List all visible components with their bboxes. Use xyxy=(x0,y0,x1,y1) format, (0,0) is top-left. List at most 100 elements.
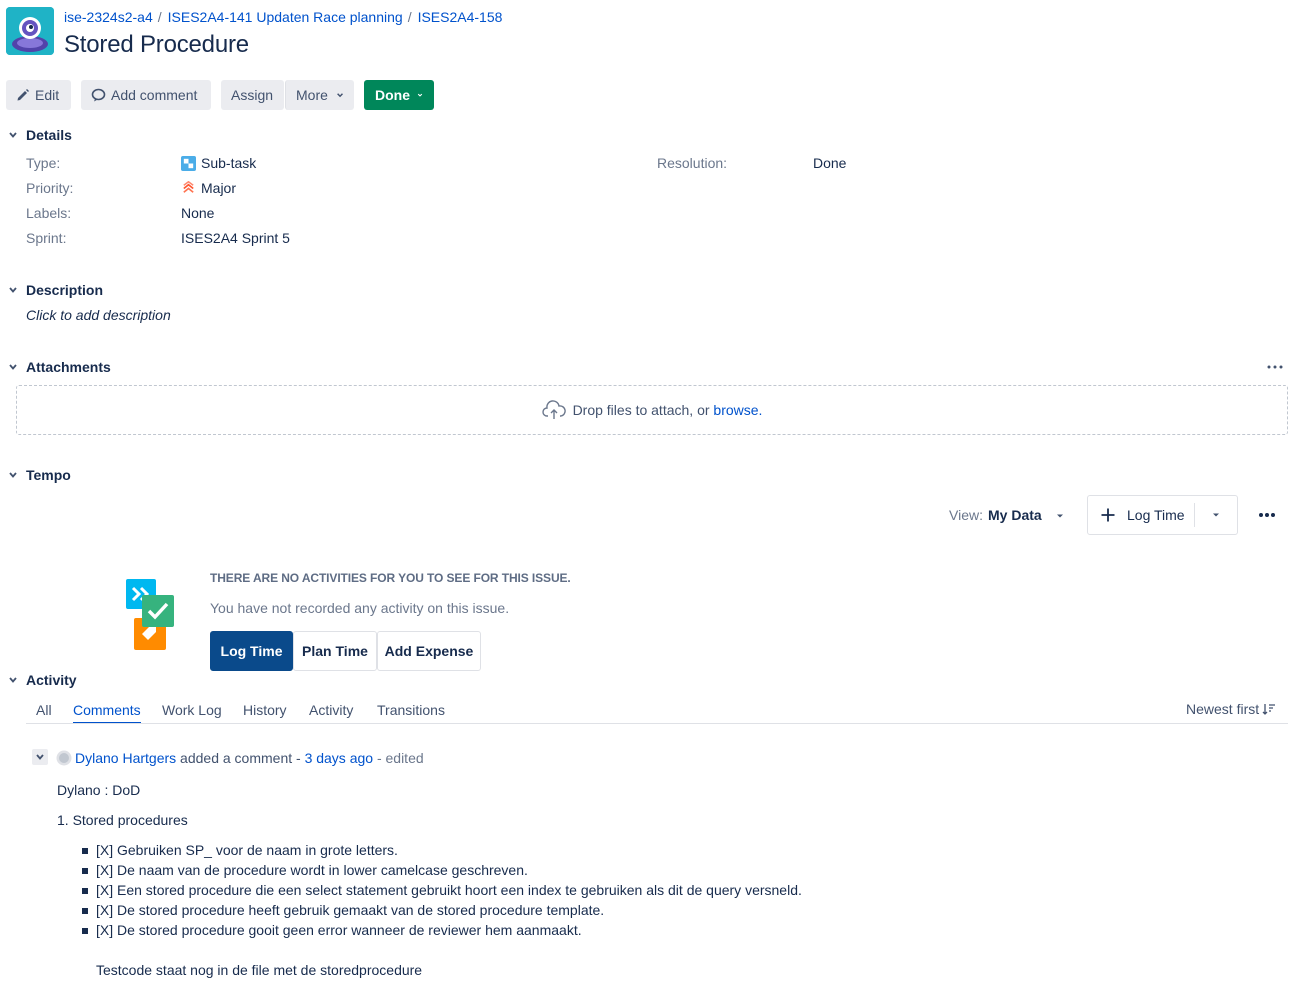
tab-transitions[interactable]: Transitions xyxy=(377,702,445,718)
comment-edited: - edited xyxy=(373,750,424,766)
log-time-split-button: Log Time xyxy=(1087,495,1238,535)
cloud-upload-icon xyxy=(541,400,566,420)
list-bullet xyxy=(82,868,88,874)
more-button[interactable]: More xyxy=(285,80,354,110)
list-bullet xyxy=(82,888,88,894)
plus-icon xyxy=(1101,508,1115,522)
chevron-down-icon xyxy=(6,128,20,142)
chevron-down-icon xyxy=(36,754,44,760)
tempo-plan-time-button[interactable]: Plan Time xyxy=(293,631,377,671)
tab-all[interactable]: All xyxy=(36,702,52,718)
page-title: Stored Procedure xyxy=(64,31,249,58)
labels-value[interactable]: None xyxy=(181,205,214,221)
list-item: [X] De stored procedure heeft gebruik ge… xyxy=(96,902,605,918)
breadcrumb-separator: / xyxy=(407,9,412,25)
activity-section-toggle[interactable]: Activity xyxy=(6,672,77,688)
done-label: Done xyxy=(375,87,410,103)
comment-footer: Testcode staat nog in de file met de sto… xyxy=(96,962,423,978)
chevron-down-icon xyxy=(337,93,343,98)
tempo-add-expense-button[interactable]: Add Expense xyxy=(377,631,481,671)
attachments-heading: Attachments xyxy=(26,359,111,375)
tempo-empty-title: THERE ARE NO ACTIVITIES FOR YOU TO SEE F… xyxy=(210,571,571,585)
tab-activity[interactable]: Activity xyxy=(309,702,353,718)
user-avatar-icon[interactable] xyxy=(56,750,72,766)
major-priority-icon xyxy=(181,180,196,196)
view-label: View: xyxy=(949,507,983,523)
details-heading: Details xyxy=(26,127,72,143)
tempo-section-toggle[interactable]: Tempo xyxy=(6,467,71,483)
done-status-button[interactable]: Done xyxy=(364,80,434,110)
breadcrumb-project[interactable]: ise-2324s2-a4 xyxy=(64,9,153,25)
list-item: [X] De naam van de procedure wordt in lo… xyxy=(96,862,528,878)
list-item: [X] Een stored procedure die een select … xyxy=(96,882,802,898)
chevron-down-icon xyxy=(6,468,20,482)
comment-author-link[interactable]: Dylano Hartgers xyxy=(75,750,176,766)
log-time-dropdown[interactable] xyxy=(1195,496,1237,534)
breadcrumb-parent-issue[interactable]: ISES2A4-141 Updaten Race planning xyxy=(168,9,403,25)
chevron-down-icon xyxy=(6,673,20,687)
list-item: [X] De stored procedure gooit geen error… xyxy=(96,922,582,938)
list-item: [X] Gebruiken SP_ voor de naam in grote … xyxy=(96,842,398,858)
tabs-divider xyxy=(26,723,1288,724)
drop-text: Drop files to attach, or xyxy=(572,402,714,418)
comment-time-link[interactable]: 3 days ago xyxy=(305,750,374,766)
add-comment-label: Add comment xyxy=(111,87,198,103)
comment-collapse-toggle[interactable] xyxy=(32,749,48,765)
comment-line-2: 1. Stored procedures xyxy=(57,812,188,828)
view-value: My Data xyxy=(988,507,1042,523)
breadcrumb-issue-key[interactable]: ISES2A4-158 xyxy=(418,9,503,25)
add-comment-button[interactable]: Add comment xyxy=(81,80,211,110)
priority-value-text: Major xyxy=(201,180,237,196)
tempo-heading: Tempo xyxy=(26,467,71,483)
chevron-down-icon xyxy=(6,283,20,297)
sort-icon xyxy=(1262,704,1276,715)
breadcrumb-separator: / xyxy=(157,9,162,25)
browse-link[interactable]: browse. xyxy=(713,402,762,418)
resolution-value: Done xyxy=(813,155,847,171)
sort-order-button[interactable]: Newest first xyxy=(1186,701,1276,717)
edit-label: Edit xyxy=(35,87,60,103)
type-label: Type: xyxy=(26,155,61,171)
tab-history[interactable]: History xyxy=(243,702,287,718)
tempo-illustration xyxy=(124,578,178,652)
project-avatar-icon[interactable] xyxy=(6,7,54,55)
pencil-icon xyxy=(17,89,29,101)
sprint-value[interactable]: ISES2A4 Sprint 5 xyxy=(181,230,290,246)
tempo-log-time-button[interactable]: Log Time xyxy=(210,631,293,671)
chevron-down-icon xyxy=(417,93,423,97)
comment-header: Dylano Hartgers added a comment - 3 days… xyxy=(75,750,424,766)
caret-down-icon xyxy=(1213,513,1220,517)
list-bullet xyxy=(82,848,88,854)
priority-value: Major xyxy=(181,180,236,196)
description-heading: Description xyxy=(26,282,104,298)
more-label: More xyxy=(296,87,328,103)
tempo-more-icon[interactable] xyxy=(1258,508,1276,522)
type-value: Sub-task xyxy=(181,155,256,171)
priority-label: Priority: xyxy=(26,180,74,196)
type-value-text: Sub-task xyxy=(201,155,257,171)
tab-work-log[interactable]: Work Log xyxy=(162,702,222,718)
labels-label: Labels: xyxy=(26,205,72,221)
sprint-label: Sprint: xyxy=(26,230,67,246)
tab-comments[interactable]: Comments xyxy=(73,702,141,724)
activity-heading: Activity xyxy=(26,672,77,688)
comment-action: added a comment - xyxy=(176,750,305,766)
tempo-empty-subtitle: You have not recorded any activity on th… xyxy=(210,600,510,616)
assign-button[interactable]: Assign xyxy=(221,80,284,110)
subtask-icon xyxy=(181,155,196,171)
view-select[interactable]: My Data xyxy=(988,507,1064,523)
list-bullet xyxy=(82,908,88,914)
attachments-section-toggle[interactable]: Attachments xyxy=(6,359,111,375)
description-placeholder[interactable]: Click to add description xyxy=(26,307,171,323)
chevron-down-icon xyxy=(6,360,20,374)
log-time-header-button[interactable]: Log Time xyxy=(1088,503,1196,527)
attachments-more-icon[interactable] xyxy=(1266,360,1284,374)
comment-icon xyxy=(91,88,106,102)
caret-down-icon xyxy=(1056,514,1063,518)
breadcrumb: ise-2324s2-a4/ISES2A4-141 Updaten Race p… xyxy=(64,9,502,25)
description-section-toggle[interactable]: Description xyxy=(6,282,103,298)
attachment-dropzone[interactable]: Drop files to attach, or browse. xyxy=(16,385,1288,435)
details-section-toggle[interactable]: Details xyxy=(6,127,72,143)
log-time-header-label: Log Time xyxy=(1127,507,1185,523)
edit-button[interactable]: Edit xyxy=(6,80,71,110)
